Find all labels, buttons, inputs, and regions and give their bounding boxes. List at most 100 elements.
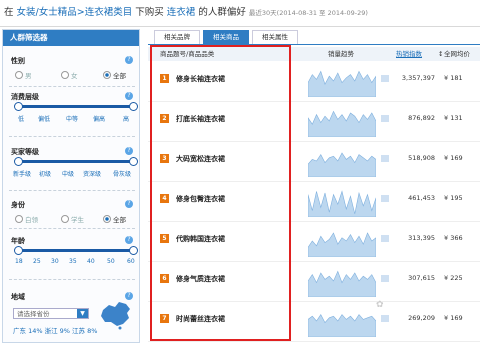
buyer-title: 买家等级 xyxy=(11,148,39,156)
divider xyxy=(9,279,135,280)
col-header-hot[interactable]: 热销指数 xyxy=(396,47,422,61)
slider-handle-max[interactable] xyxy=(129,246,138,255)
chevron-down-icon: ▼ xyxy=(77,309,88,318)
header-divider xyxy=(0,26,480,27)
divider xyxy=(9,86,135,87)
hot-index-bar xyxy=(381,275,389,282)
hot-index-value: 876,892 xyxy=(408,114,435,122)
gender-title: 性别 xyxy=(11,57,25,65)
sort-icon[interactable]: ↕ xyxy=(438,47,443,61)
slider-handle-max[interactable] xyxy=(129,102,138,111)
age-filter: 年龄 ? 18 25 30 35 40 50 60 xyxy=(3,236,139,268)
province-select-placeholder: 请选择省份 xyxy=(17,310,50,318)
tick-label: 18 xyxy=(15,258,23,265)
col-header-trend: 销量趋势 xyxy=(328,50,354,58)
hot-index: 313,395 xyxy=(381,234,437,243)
identity-option-whitecollar[interactable]: 白领 xyxy=(15,214,38,224)
identity-title: 身份 xyxy=(11,201,25,209)
average-price: ¥ 131 xyxy=(444,114,463,122)
radio-icon xyxy=(61,215,69,223)
hot-index: 876,892 xyxy=(381,114,437,123)
header-prefix: 在 xyxy=(4,7,14,18)
header-mid-text: 下购买 xyxy=(135,7,164,18)
help-icon[interactable]: ? xyxy=(125,236,133,244)
hot-index: 269,209 xyxy=(381,314,437,323)
age-title: 年龄 xyxy=(11,237,25,245)
header-suffix: 的人群偏好 xyxy=(198,7,246,18)
tick-label: 30 xyxy=(51,258,59,265)
tick-label: 25 xyxy=(33,258,41,265)
average-price: ¥ 225 xyxy=(444,274,463,282)
average-price: ¥ 366 xyxy=(444,234,463,242)
gender-option-male[interactable]: 男 xyxy=(15,70,32,80)
sales-trend-sparkline xyxy=(308,314,376,337)
sales-trend-sparkline xyxy=(308,190,376,217)
region-stats: 广东 14% 浙江 9% 江苏 8% xyxy=(13,327,98,335)
divider xyxy=(9,190,135,191)
slider-handle-min[interactable] xyxy=(14,246,23,255)
hot-index-value: 307,615 xyxy=(408,274,435,282)
identity-filter: 身份 ? 白领 学生 全部 xyxy=(3,200,139,230)
tick-label: 骨灰级 xyxy=(113,171,132,178)
spend-level-filter: 消费层级 ? 低 偏低 中等 偏高 高 xyxy=(3,92,139,124)
page-header: 在 女装/女士精品>连衣裙类目 下购买 连衣裙 的人群偏好 最近30天(2014… xyxy=(0,0,480,26)
region-filter: 地域 ? 请选择省份 ▼ 广东 14% 浙江 9% 江苏 8% xyxy=(3,292,139,342)
tick-label: 中级 xyxy=(62,171,75,178)
hot-index-bar xyxy=(381,115,389,122)
help-icon[interactable]: ? xyxy=(125,147,133,155)
help-icon[interactable]: ? xyxy=(125,56,133,64)
hot-index-bar xyxy=(381,75,389,82)
slider-handle-min[interactable] xyxy=(14,102,23,111)
radio-icon xyxy=(103,71,111,79)
tick-label: 中等 xyxy=(66,116,79,123)
tick-label: 偏高 xyxy=(93,116,106,123)
tick-label: 资深级 xyxy=(83,171,102,178)
identity-option-student[interactable]: 学生 xyxy=(61,214,84,224)
slider-handle-max[interactable] xyxy=(129,157,138,166)
help-icon[interactable]: ? xyxy=(125,200,133,208)
sales-trend-sparkline xyxy=(308,270,376,297)
gender-option-female[interactable]: 女 xyxy=(61,70,78,80)
tick-label: 35 xyxy=(69,258,77,265)
hot-index-value: 461,453 xyxy=(408,194,435,202)
tick-label: 40 xyxy=(87,258,95,265)
average-price: ¥ 169 xyxy=(444,314,463,322)
help-icon[interactable]: ? xyxy=(125,92,133,100)
age-slider[interactable] xyxy=(14,246,138,255)
header-period: 最近30天(2014-08-31 至 2014-09-29) xyxy=(248,9,368,17)
hot-index: 461,453 xyxy=(381,194,437,203)
hot-index-bar xyxy=(381,155,389,162)
watermark: ✿ xyxy=(376,300,384,310)
province-select[interactable]: 请选择省份 ▼ xyxy=(13,308,89,319)
tab-related-brands[interactable]: 相关品牌 xyxy=(154,30,200,45)
sidebar-title: 人群筛选器 xyxy=(3,30,139,46)
buyer-slider[interactable] xyxy=(14,157,138,166)
tick-label: 初级 xyxy=(39,171,52,178)
highlight-box xyxy=(150,45,291,341)
hot-index-bar xyxy=(381,195,389,202)
divider xyxy=(9,228,135,229)
help-icon[interactable]: ? xyxy=(125,292,133,300)
crowd-filter-sidebar: 人群筛选器 性别 ? 男 女 全部 消费层级 ? 低 偏低 中等 偏高 高 买家… xyxy=(2,29,140,343)
identity-option-all[interactable]: 全部 xyxy=(103,214,126,224)
gender-filter: 性别 ? 男 女 全部 xyxy=(3,56,139,86)
buyer-level-filter: 买家等级 ? 新手级 初级 中级 资深级 骨灰级 xyxy=(3,147,139,179)
divider xyxy=(9,136,135,137)
tick-label: 新手级 xyxy=(13,171,32,178)
spend-slider[interactable] xyxy=(14,102,138,111)
tab-related-products[interactable]: 相关商品 xyxy=(203,30,249,45)
header-keyword-link[interactable]: 连衣裙 xyxy=(167,7,196,18)
gender-option-all[interactable]: 全部 xyxy=(103,70,126,80)
average-price: ¥ 169 xyxy=(444,154,463,162)
hot-index-value: 313,395 xyxy=(408,234,435,242)
tab-related-attributes[interactable]: 相关属性 xyxy=(252,30,298,45)
slider-handle-min[interactable] xyxy=(14,157,23,166)
sales-trend-sparkline xyxy=(308,152,376,177)
tick-label: 低 xyxy=(18,116,25,123)
header-category-link[interactable]: 女装/女士精品>连衣裙类目 xyxy=(17,7,133,18)
hot-index: 518,908 xyxy=(381,154,437,163)
hot-index: 307,615 xyxy=(381,274,437,283)
average-price: ¥ 195 xyxy=(444,194,463,202)
china-map-icon xyxy=(101,302,130,330)
col-header-price[interactable]: 全网均价 xyxy=(444,47,470,61)
